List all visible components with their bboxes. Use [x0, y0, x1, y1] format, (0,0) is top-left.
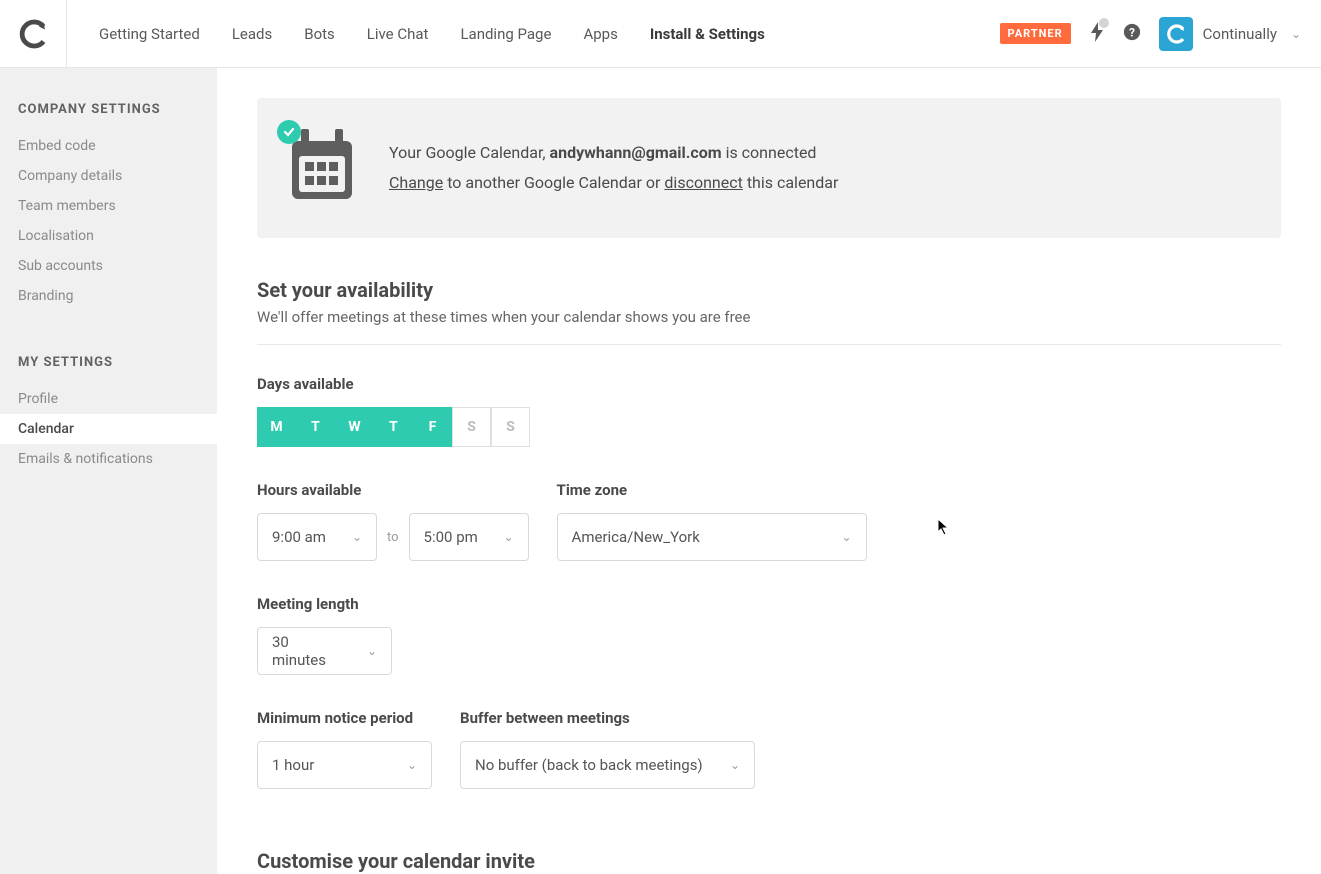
check-badge-icon — [277, 120, 301, 144]
divider — [257, 344, 1281, 345]
day-sat[interactable]: S — [452, 407, 491, 447]
notice-period-select[interactable]: 1 hour ⌄ — [257, 741, 432, 789]
svg-text:?: ? — [1129, 25, 1135, 39]
nav-landing-page[interactable]: Landing Page — [444, 0, 567, 68]
customise-title: Customise your calendar invite — [257, 849, 1281, 873]
chevron-down-icon: ⌄ — [730, 758, 740, 772]
connected-suffix: is connected — [722, 143, 817, 162]
meeting-length-label: Meeting length — [257, 595, 392, 613]
nav-bots[interactable]: Bots — [288, 0, 351, 68]
sidebar-company-heading: COMPANY SETTINGS — [0, 102, 217, 131]
connected-tail: this calendar — [743, 173, 839, 192]
days-available-label: Days available — [257, 375, 1281, 393]
account-avatar — [1159, 17, 1193, 51]
partner-badge: PARTNER — [1000, 23, 1071, 44]
day-mon[interactable]: M — [257, 407, 296, 447]
day-sun[interactable]: S — [491, 407, 530, 447]
continually-logo-icon — [18, 19, 48, 49]
timezone-value: America/New_York — [572, 528, 700, 546]
calendar-icon — [287, 126, 357, 210]
chevron-down-icon: ⌄ — [503, 530, 513, 544]
question-circle-icon: ? — [1123, 23, 1141, 41]
meeting-length-select[interactable]: 30 minutes ⌄ — [257, 627, 392, 675]
day-tue[interactable]: T — [296, 407, 335, 447]
sidebar-profile[interactable]: Profile — [0, 384, 217, 414]
sidebar-emails-notifications[interactable]: Emails & notifications — [0, 444, 217, 474]
change-calendar-link[interactable]: Change — [389, 173, 443, 192]
nav-leads[interactable]: Leads — [216, 0, 288, 68]
hours-to-word: to — [387, 530, 399, 545]
connected-prefix: Your Google Calendar, — [389, 143, 550, 162]
main-content: Your Google Calendar, andywhann@gmail.co… — [217, 68, 1321, 874]
nav-live-chat[interactable]: Live Chat — [351, 0, 445, 68]
hours-available-label: Hours available — [257, 481, 529, 499]
sidebar-sub-accounts[interactable]: Sub accounts — [0, 251, 217, 281]
top-nav: Getting Started Leads Bots Live Chat Lan… — [0, 0, 1321, 68]
sidebar: COMPANY SETTINGS Embed code Company deta… — [0, 68, 217, 874]
chevron-down-icon: ⌄ — [407, 758, 417, 772]
chevron-down-icon: ⌄ — [841, 530, 851, 544]
updates-icon[interactable] — [1089, 22, 1105, 46]
chevron-down-icon: ⌄ — [367, 644, 377, 658]
chevron-down-icon: ⌄ — [352, 530, 362, 544]
brand-logo[interactable] — [0, 0, 67, 68]
sidebar-my-heading: MY SETTINGS — [0, 355, 217, 384]
day-wed[interactable]: W — [335, 407, 374, 447]
timezone-label: Time zone — [557, 481, 867, 499]
hours-to-value: 5:00 pm — [424, 528, 478, 546]
disconnect-calendar-link[interactable]: disconnect — [664, 173, 742, 192]
connected-email: andywhann@gmail.com — [550, 143, 722, 162]
continually-logo-icon — [1166, 24, 1186, 44]
meeting-length-value: 30 minutes — [272, 633, 345, 669]
sidebar-localisation[interactable]: Localisation — [0, 221, 217, 251]
buffer-value: No buffer (back to back meetings) — [475, 756, 703, 774]
timezone-select[interactable]: America/New_York ⌄ — [557, 513, 867, 561]
nav-install-settings[interactable]: Install & Settings — [634, 0, 781, 68]
hours-to-select[interactable]: 5:00 pm ⌄ — [409, 513, 529, 561]
sidebar-branding[interactable]: Branding — [0, 281, 217, 311]
connected-mid: to another Google Calendar or — [443, 173, 664, 192]
hours-from-value: 9:00 am — [272, 528, 326, 546]
notification-dot — [1099, 18, 1109, 28]
account-name: Continually — [1203, 25, 1277, 43]
availability-title: Set your availability — [257, 278, 1281, 302]
sidebar-embed-code[interactable]: Embed code — [0, 131, 217, 161]
connected-calendar-panel: Your Google Calendar, andywhann@gmail.co… — [257, 98, 1281, 238]
notice-period-value: 1 hour — [272, 756, 314, 774]
availability-subtitle: We'll offer meetings at these times when… — [257, 308, 1281, 326]
help-icon[interactable]: ? — [1123, 23, 1141, 45]
notice-period-label: Minimum notice period — [257, 709, 432, 727]
sidebar-team-members[interactable]: Team members — [0, 191, 217, 221]
buffer-label: Buffer between meetings — [460, 709, 755, 727]
day-thu[interactable]: T — [374, 407, 413, 447]
account-menu[interactable]: Continually ⌄ — [1159, 17, 1301, 51]
nav-apps[interactable]: Apps — [567, 0, 633, 68]
chevron-down-icon: ⌄ — [1291, 27, 1301, 41]
sidebar-calendar[interactable]: Calendar — [0, 414, 217, 444]
nav-getting-started[interactable]: Getting Started — [83, 0, 216, 68]
buffer-select[interactable]: No buffer (back to back meetings) ⌄ — [460, 741, 755, 789]
day-fri[interactable]: F — [413, 407, 452, 447]
days-picker: M T W T F S S — [257, 407, 1281, 447]
hours-from-select[interactable]: 9:00 am ⌄ — [257, 513, 377, 561]
sidebar-company-details[interactable]: Company details — [0, 161, 217, 191]
